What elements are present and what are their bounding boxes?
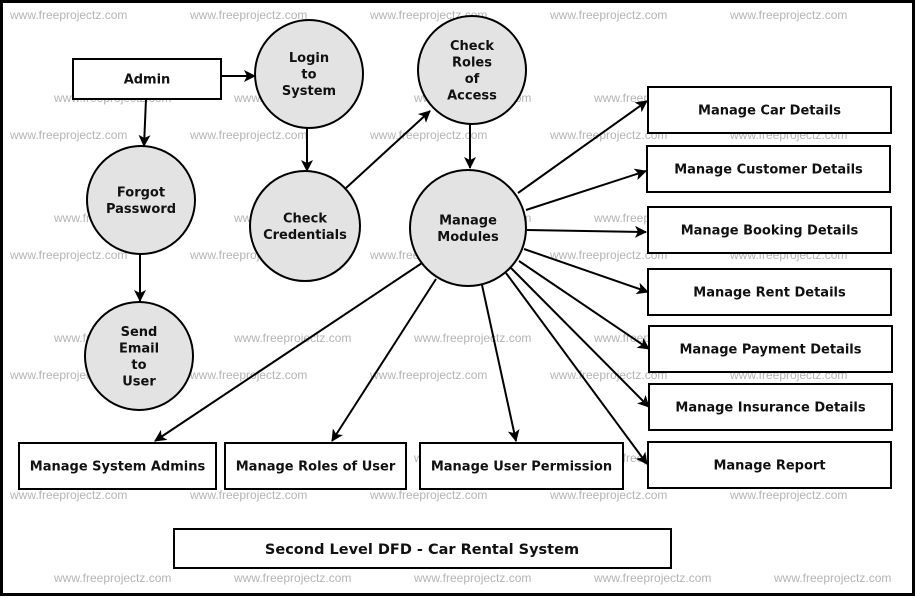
process-sendEmail: SendEmail toUser (84, 301, 194, 411)
entity-admin: Admin (72, 58, 222, 100)
process-sendEmail-label: Send (121, 325, 158, 340)
module-roles-label: Manage Roles of User (236, 460, 396, 475)
process-login-label: to (301, 68, 316, 83)
watermark-text: www.freeprojectz.com (413, 571, 531, 585)
watermark-text: www.freeprojectz.com (549, 488, 667, 502)
process-checkRoles: CheckRoles ofAccess (417, 15, 527, 125)
watermark-text: www.freeprojectz.com (189, 128, 307, 142)
module-customer: Manage Customer Details (646, 145, 891, 193)
module-car-label: Manage Car Details (698, 104, 841, 119)
module-car: Manage Car Details (647, 86, 892, 134)
module-booking: Manage Booking Details (647, 206, 892, 254)
module-permission: Manage User Permission (419, 442, 624, 490)
module-permission-label: Manage User Permission (431, 460, 612, 475)
module-insurance: Manage Insurance Details (648, 383, 893, 431)
process-manageModules-label: Modules (437, 230, 499, 245)
process-sendEmail-label: User (122, 374, 156, 389)
module-sysAdmins-label: Manage System Admins (30, 460, 206, 475)
watermark-text: www.freeprojectz.com (369, 368, 487, 382)
process-forgot-label: Password (106, 202, 176, 217)
module-roles: Manage Roles of User (224, 442, 407, 490)
process-sendEmail-label: Email (119, 341, 159, 356)
diagram-title: Second Level DFD - Car Rental System (265, 542, 579, 558)
dfd-canvas: www.freeprojectz.com www.freeprojectz.com… (0, 0, 915, 596)
process-manageModules: Manage Modules (409, 169, 527, 287)
process-checkRoles-label: Roles (452, 55, 492, 70)
watermark-text: www.freeprojectz.com (233, 571, 351, 585)
module-report: Manage Report (647, 441, 892, 489)
watermark-text: www.freeprojectz.com (9, 248, 127, 262)
module-report-label: Manage Report (713, 459, 825, 474)
watermark-text: www.freeprojectz.com (413, 331, 531, 345)
module-rent: Manage Rent Details (647, 268, 892, 316)
process-login-label: System (282, 84, 336, 99)
dfd-diagram: www.freeprojectz.com www.freeprojectz.com… (0, 0, 916, 598)
process-checkRoles-label: Access (447, 88, 497, 103)
process-sendEmail-label: to (131, 358, 146, 373)
process-checkRoles-label: of (465, 72, 480, 87)
watermark-text: www.freeprojectz.com (729, 8, 847, 22)
module-sysAdmins: Manage System Admins (18, 442, 217, 490)
watermark-text: www.freeprojectz.com (369, 488, 487, 502)
process-forgot: Forgot Password (86, 145, 196, 255)
module-customer-label: Manage Customer Details (674, 163, 863, 178)
process-login: Login toSystem (254, 19, 364, 129)
watermark-text: www.freeprojectz.com (53, 571, 171, 585)
watermark-text: www.freeprojectz.com (9, 128, 127, 142)
process-checkCred-label: Check (283, 211, 327, 226)
module-booking-label: Manage Booking Details (681, 224, 859, 239)
watermark-text: www.freeprojectz.com (9, 8, 127, 22)
watermark-text: www.freeprojectz.com (729, 488, 847, 502)
title-box: Second Level DFD - Car Rental System (173, 528, 672, 569)
watermark-text: www.freeprojectz.com (593, 571, 711, 585)
entity-admin-label: Admin (124, 73, 171, 88)
watermark-text: www.freeprojectz.com (773, 571, 891, 585)
module-rent-label: Manage Rent Details (693, 286, 846, 301)
watermark-text: www.freeprojectz.com (549, 8, 667, 22)
process-checkCred: Check Credentials (249, 170, 361, 282)
watermark-text: www.freeprojectz.com (233, 331, 351, 345)
process-checkCred-label: Credentials (263, 228, 347, 243)
process-login-label: Login (289, 51, 329, 66)
process-checkRoles-label: Check (450, 39, 494, 54)
module-payment: Manage Payment Details (648, 325, 893, 373)
watermark-text: www.freeprojectz.com (9, 488, 127, 502)
process-manageModules-label: Manage (439, 213, 497, 228)
module-payment-label: Manage Payment Details (679, 343, 861, 358)
process-forgot-label: Forgot (117, 185, 165, 200)
watermark-text: www.freeprojectz.com (189, 8, 307, 22)
module-insurance-label: Manage Insurance Details (675, 401, 865, 416)
watermark-text: www.freeprojectz.com (189, 488, 307, 502)
